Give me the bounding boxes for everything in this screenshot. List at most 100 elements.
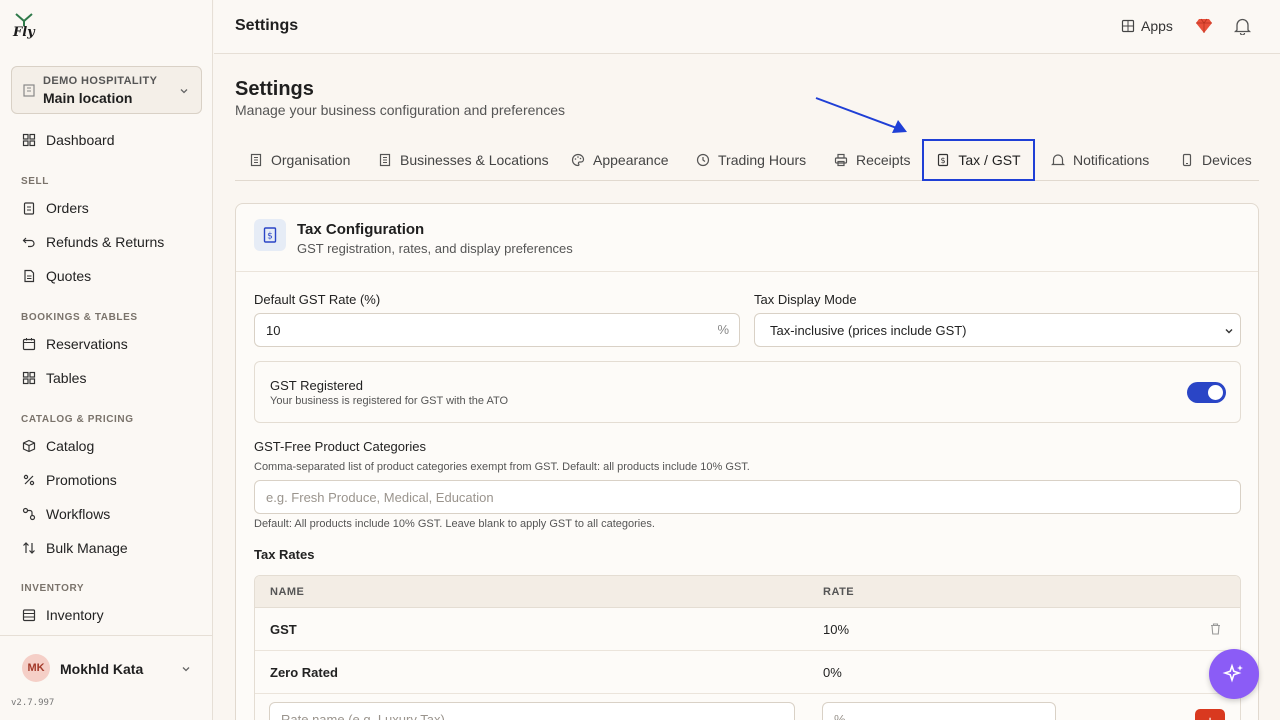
sidebar-item-bulk-manage[interactable]: Bulk Manage [11,534,202,562]
undo-icon [22,237,35,248]
avatar: MK [22,654,50,682]
sidebar-item-catalog[interactable]: Catalog [11,432,202,460]
user-menu[interactable]: MK Mokhld Kata v2.7.997 [0,635,213,720]
ai-assistant-button[interactable] [1209,649,1259,699]
receipt-dollar-icon: $ [938,153,949,167]
tab-receipts[interactable]: Receipts [834,139,910,181]
tab-tax-gst[interactable]: $ Tax / GST [922,139,1035,181]
gst-free-placeholder: e.g. Fresh Produce, Medical, Education [266,489,494,505]
gst-free-help: Comma-separated list of product categori… [254,461,750,473]
tab-organisation[interactable]: Organisation [249,139,350,181]
tax-rates-heading: Tax Rates [254,547,315,562]
apps-grid-icon [1121,19,1135,33]
warehouse-icon [22,609,36,622]
gst-free-categories-input[interactable]: e.g. Fresh Produce, Medical, Education [254,480,1241,514]
svg-text:$: $ [267,232,273,242]
card-title: Tax Configuration [297,221,425,238]
document-icon [24,269,35,283]
settings-tabs: Organisation Businesses & Locations Appe… [235,139,1259,181]
tab-trading-hours[interactable]: Trading Hours [696,139,806,181]
logo-text: Fly [13,25,35,40]
card-subtitle: GST registration, rates, and display pre… [297,241,573,256]
sidebar: Fly DEMO HOSPITALITY Main location Dashb… [0,0,213,720]
grid-icon [22,371,36,385]
top-header: Settings Apps [214,0,1280,54]
tab-label: Businesses & Locations [400,152,549,168]
tab-devices[interactable]: Devices [1180,139,1252,181]
tab-label: Devices [1202,152,1252,168]
receipt-dollar-icon: $ [254,219,286,251]
rate-value: 10% [823,622,850,637]
tax-display-mode-value: Tax-inclusive (prices include GST) [770,322,967,338]
percent-icon [23,474,35,486]
sidebar-item-label: Reservations [46,336,128,352]
sidebar-item-orders[interactable]: Orders [11,194,202,222]
sidebar-section-inventory: INVENTORY [21,583,85,594]
tax-display-mode-select[interactable]: Tax-inclusive (prices include GST) [754,313,1241,347]
gst-registered-toggle[interactable] [1187,382,1226,403]
tax-configuration-card: $ Tax Configuration GST registration, ra… [235,203,1259,720]
page-title: Settings [235,78,314,100]
svg-text:$: $ [941,156,946,165]
trash-icon[interactable] [1209,622,1222,635]
building-icon [23,84,35,97]
table-row: Zero Rated 0% [255,651,1240,694]
app-version: v2.7.997 [11,698,55,708]
annotation-arrow-icon [815,97,907,133]
rate-name: Zero Rated [270,665,338,680]
workflow-icon [22,507,36,521]
rate-name: GST [270,622,297,637]
sidebar-item-label: Workflows [46,506,111,522]
tab-businesses-locations[interactable]: Businesses & Locations [378,139,549,181]
chevron-down-icon [180,89,188,94]
building-icon [250,153,262,167]
sort-arrows-icon [23,542,35,554]
package-icon [22,439,36,453]
sidebar-item-label: Inventory [46,607,104,623]
new-rate-percent-input[interactable]: % [822,702,1056,720]
location-switcher[interactable]: DEMO HOSPITALITY Main location [11,66,202,114]
gst-rate-input[interactable]: 10 % [254,313,740,347]
printer-icon [834,153,848,167]
phone-icon [1182,153,1192,167]
gst-registered-desc: Your business is registered for GST with… [270,395,509,407]
building-icon [379,153,391,167]
gst-registered-title: GST Registered [270,378,363,393]
sidebar-item-label: Refunds & Returns [46,234,165,250]
sidebar-section-bookings: BOOKINGS & TABLES [21,312,138,323]
sidebar-item-label: Promotions [46,472,117,488]
sidebar-item-workflows[interactable]: Workflows [11,500,202,528]
sidebar-item-quotes[interactable]: Quotes [11,262,202,290]
table-row: GST 10% [255,608,1240,651]
clock-icon [696,153,710,167]
add-rate-button[interactable]: + [1195,709,1225,720]
gem-icon[interactable] [1195,17,1213,35]
tab-label: Organisation [271,152,351,168]
sidebar-item-reservations[interactable]: Reservations [11,330,202,358]
calendar-icon [22,338,36,351]
bell-icon[interactable] [1234,17,1251,35]
tab-notifications[interactable]: Notifications [1051,139,1149,181]
sidebar-section-sell: SELL [21,176,49,187]
new-rate-name-placeholder: Rate name (e.g. Luxury Tax) [281,711,445,720]
location-org: DEMO HOSPITALITY [43,75,158,87]
new-rate-name-input[interactable]: Rate name (e.g. Luxury Tax) [269,702,795,720]
dashboard-icon [22,133,36,147]
sidebar-item-label: Bulk Manage [46,540,128,556]
sidebar-section-catalog: CATALOG & PRICING [21,414,134,425]
sidebar-item-tables[interactable]: Tables [11,364,202,392]
tab-label: Tax / GST [958,152,1021,168]
sidebar-item-dashboard[interactable]: Dashboard [11,126,202,154]
palette-icon [571,153,585,167]
column-header-name: NAME [270,586,305,598]
sidebar-item-label: Tables [46,370,87,386]
sidebar-item-refunds[interactable]: Refunds & Returns [11,228,202,256]
apps-button[interactable]: Apps [1121,18,1173,34]
sidebar-item-inventory[interactable]: Inventory [11,601,202,629]
sidebar-item-label: Orders [46,200,89,216]
rate-value: 0% [823,665,842,680]
column-header-rate: RATE [823,586,855,598]
sidebar-item-promotions[interactable]: Promotions [11,466,202,494]
tab-appearance[interactable]: Appearance [571,139,669,181]
page-subtitle: Manage your business configuration and p… [235,102,565,118]
